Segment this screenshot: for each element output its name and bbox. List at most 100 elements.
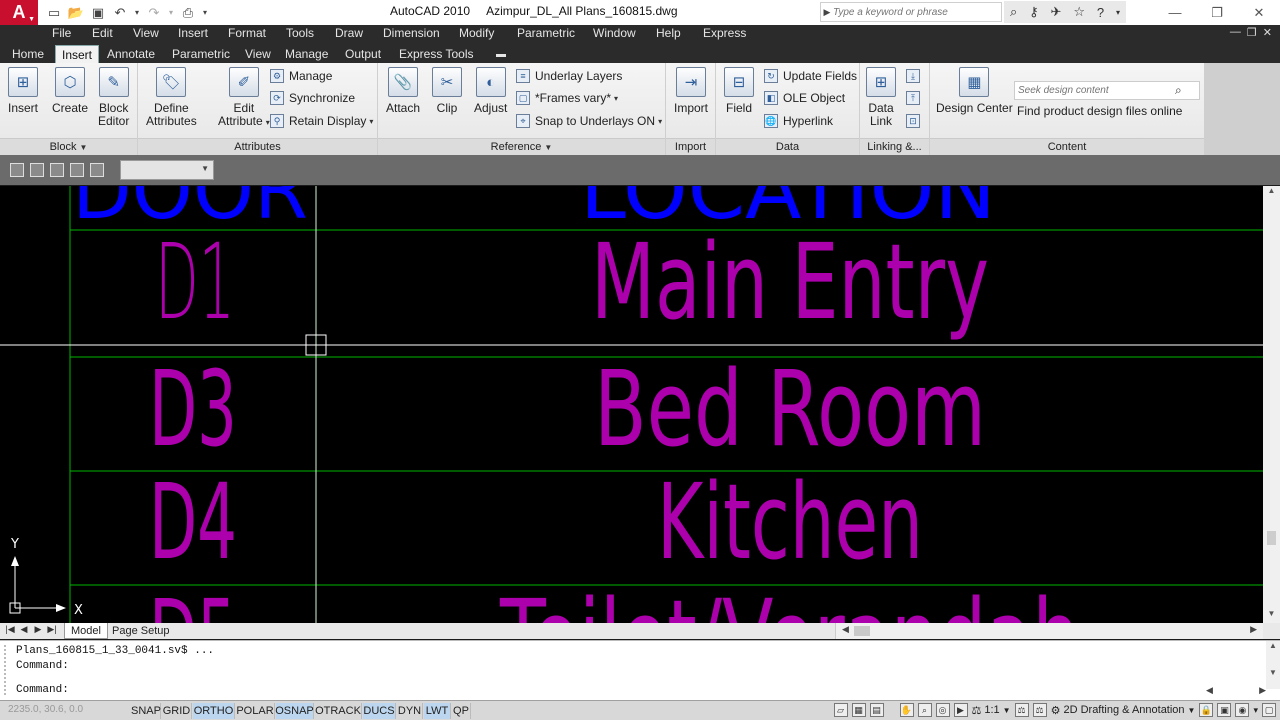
qp-toggle[interactable]: QP [452, 703, 471, 719]
menu-modify[interactable]: Modify [459, 26, 494, 40]
snap-to-underlays-dropdown[interactable]: ⌖ Snap to Underlays ON ▾ [516, 114, 662, 128]
toolbar-block-icon-1[interactable] [10, 163, 24, 177]
menu-view[interactable]: View [133, 26, 159, 40]
panel-reference-title[interactable]: Reference ▼ [378, 138, 665, 155]
lock-icon[interactable]: 🔒 [1199, 703, 1214, 717]
redo-icon[interactable]: ↷ [144, 4, 164, 22]
new-file-icon[interactable]: ▭ [44, 4, 64, 22]
tab-output[interactable]: Output [339, 45, 387, 63]
restore-icon[interactable]: ❐ [1196, 0, 1238, 25]
tab-express-tools[interactable]: Express Tools [393, 45, 479, 63]
snap-toggle[interactable]: SNAP [131, 703, 161, 719]
scroll-right-icon[interactable]: ▶ [1250, 624, 1257, 635]
tab-page-setup[interactable]: Page Setup [106, 623, 176, 639]
doc-minimize-icon[interactable]: — [1230, 26, 1241, 39]
menu-parametric[interactable]: Parametric [517, 26, 575, 40]
minimize-icon[interactable]: — [1154, 0, 1196, 25]
toolbar-dropdown[interactable]: ▼ [120, 160, 214, 180]
auto-scale-icon[interactable]: ⚖ [1032, 703, 1047, 717]
toolbar-block-icon-5[interactable] [90, 163, 104, 177]
menu-help[interactable]: Help [656, 26, 681, 40]
menu-dimension[interactable]: Dimension [383, 26, 440, 40]
manage-attributes-button[interactable]: ⚙ Manage [270, 69, 332, 83]
undo-icon[interactable]: ↶ [110, 4, 130, 22]
tab-manage[interactable]: Manage [279, 45, 334, 63]
close-icon[interactable]: ✕ [1238, 0, 1280, 25]
clean-screen-icon[interactable]: ▢ [1262, 703, 1276, 717]
help-icon[interactable]: ? [1097, 5, 1104, 20]
application-menu-button[interactable]: A ▼ [0, 0, 38, 25]
cmd-scroll-left-icon[interactable]: ◀ [1206, 685, 1213, 697]
lwt-toggle[interactable]: LWT [424, 703, 451, 719]
otrack-toggle[interactable]: OTRACK [315, 703, 362, 719]
command-scrollbar[interactable]: ▲ ▼ [1266, 641, 1280, 689]
toolbar-block-icon-2[interactable] [30, 163, 44, 177]
vertical-scrollbar[interactable]: ▲ ▼ [1263, 186, 1280, 623]
communication-icon[interactable]: ✈ [1051, 4, 1062, 20]
drawing-canvas[interactable]: DOOR LOCATION D1 Main Entry D3 Bed Room … [0, 186, 1263, 623]
clip-button[interactable]: ✂ Clip [432, 67, 462, 115]
command-hscroll[interactable]: ◀ ▶ [1206, 685, 1266, 697]
toolbar-block-icon-4[interactable] [70, 163, 84, 177]
polar-toggle[interactable]: POLAR [236, 703, 275, 719]
find-design-files-online-link[interactable]: Find product design files online [1017, 104, 1182, 118]
grid-toggle[interactable]: GRID [162, 703, 192, 719]
upload-to-source-button[interactable]: ⤒ [906, 91, 925, 105]
first-layout-icon[interactable]: |◀ [4, 624, 16, 635]
prev-layout-icon[interactable]: ◀ [18, 624, 30, 635]
isolate-objects-icon[interactable]: ◉ [1235, 703, 1250, 717]
coordinate-readout[interactable]: 2235.0, 30.6, 0.0 [8, 704, 128, 715]
update-fields-button[interactable]: ↻ Update Fields [764, 69, 857, 83]
field-button[interactable]: ⊟ Field [724, 67, 754, 115]
menu-format[interactable]: Format [228, 26, 266, 40]
edit-attribute-button[interactable]: ✐ Edit Attribute ▾ [218, 67, 270, 129]
quick-view-layouts-icon[interactable]: ▦ [851, 703, 866, 717]
undo-dropdown-icon[interactable]: ▾ [132, 4, 142, 22]
help-search-input[interactable] [833, 6, 993, 18]
tab-annotate[interactable]: Annotate [101, 45, 161, 63]
seek-binoculars-icon[interactable]: ⌕ [1175, 83, 1182, 98]
insert-block-button[interactable]: ⊞ Insert [8, 67, 38, 115]
frames-vary-dropdown[interactable]: ▢ *Frames vary* ▾ [516, 91, 618, 105]
command-window-grip[interactable] [4, 645, 9, 695]
adjust-button[interactable]: ◐ Adjust [474, 67, 507, 115]
menu-file[interactable]: File [52, 26, 71, 40]
save-icon[interactable]: ▣ [88, 4, 108, 22]
panel-block-title[interactable]: Block ▼ [0, 138, 137, 155]
key-icon[interactable]: ⚷ [1029, 4, 1039, 20]
command-prompt[interactable]: Command: [16, 684, 69, 696]
next-layout-icon[interactable]: ▶ [32, 624, 44, 635]
horizontal-scroll-thumb[interactable] [854, 626, 870, 636]
menu-tools[interactable]: Tools [286, 26, 314, 40]
tab-model[interactable]: Model [64, 623, 108, 639]
zoom-icon[interactable]: ⌕ [917, 703, 932, 717]
annotation-scale-control[interactable]: ⚖ 1:1 ▼ [972, 704, 1011, 717]
status-menu-icon[interactable]: ▾ [1253, 705, 1258, 716]
cmd-scroll-down-icon[interactable]: ▼ [1266, 668, 1280, 677]
tab-view[interactable]: View [239, 45, 277, 63]
define-attributes-button[interactable]: 🏷 Define Attributes [146, 67, 197, 128]
steeringwheel-icon[interactable]: ◎ [935, 703, 950, 717]
menu-edit[interactable]: Edit [92, 26, 113, 40]
underlay-layers-button[interactable]: ≡ Underlay Layers [516, 69, 622, 83]
open-file-icon[interactable]: 📂 [66, 4, 86, 22]
ortho-toggle[interactable]: ORTHO [193, 703, 235, 719]
seek-design-content-input[interactable] [1015, 85, 1175, 96]
menu-draw[interactable]: Draw [335, 26, 363, 40]
vertical-scroll-thumb[interactable] [1267, 531, 1276, 545]
horizontal-scrollbar[interactable]: ◀ ▶ [835, 623, 1263, 639]
hyperlink-button[interactable]: 🌐 Hyperlink [764, 114, 833, 128]
ducs-toggle[interactable]: DUCS [363, 703, 396, 719]
minimize-ribbon-icon[interactable]: ▬ [490, 45, 512, 63]
qat-customize-icon[interactable]: ▾ [200, 4, 210, 22]
model-space-icon[interactable]: ▱ [833, 703, 848, 717]
create-block-button[interactable]: ⬡ Create [52, 67, 88, 115]
pan-icon[interactable]: ✋ [899, 703, 914, 717]
doc-close-icon[interactable]: ✕ [1263, 26, 1272, 39]
dyn-toggle[interactable]: DYN [397, 703, 423, 719]
import-button[interactable]: ⇥ Import [674, 67, 708, 115]
scroll-up-icon[interactable]: ▲ [1263, 186, 1280, 200]
menu-insert[interactable]: Insert [178, 26, 208, 40]
hardware-acceleration-icon[interactable]: ▣ [1217, 703, 1232, 717]
binoculars-icon[interactable]: ⌕ [1010, 4, 1017, 20]
